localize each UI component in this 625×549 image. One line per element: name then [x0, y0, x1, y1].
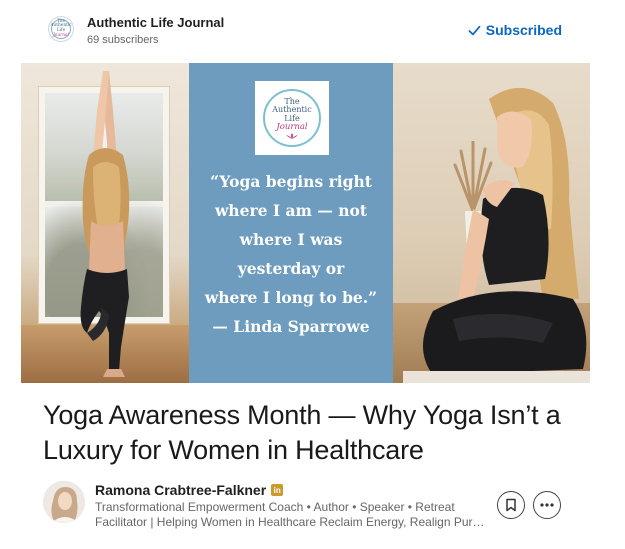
yoga-woman-seated [403, 87, 590, 383]
logo-line: Journal [53, 32, 69, 38]
bookmark-icon [506, 498, 516, 512]
article-banner-image[interactable]: The Authentic Life Journal “Yoga begins … [21, 63, 590, 383]
author-bio-line: Transformational Empowerment Coach • Aut… [95, 500, 455, 514]
publication-header: The Authentic Life Journal Authentic Lif… [48, 14, 568, 48]
more-options-button[interactable] [533, 491, 561, 519]
subscribed-button[interactable]: Subscribed [468, 22, 562, 38]
banner-quote: “Yoga begins right where I am — not wher… [189, 167, 393, 341]
author-name[interactable]: Ramona Crabtree-Falkner [95, 482, 266, 498]
quote-line: yesterday or [237, 259, 345, 278]
publication-name[interactable]: Authentic Life Journal [87, 15, 224, 30]
quote-line: where I am — not [214, 201, 368, 220]
banner-left-photo [21, 63, 189, 383]
quote-line: where I long to be.” [204, 288, 378, 307]
quote-line: “Yoga begins right [210, 172, 372, 191]
author-avatar[interactable] [43, 481, 85, 523]
banner-logo: The Authentic Life Journal [255, 81, 329, 155]
logo-text: The Authentic Life Journal [50, 19, 71, 38]
more-horizontal-icon [540, 503, 554, 507]
author-bio-line: Facilitator | Helping Women in Healthcar… [95, 515, 490, 529]
quote-attribution: — Linda Sparrowe [212, 317, 370, 336]
author-name-row: Ramona Crabtree-Falkner in [95, 482, 284, 498]
banner-right-photo [393, 63, 590, 383]
publication-logo[interactable]: The Authentic Life Journal [48, 16, 74, 42]
linkedin-icon: in [271, 484, 284, 496]
avatar-photo [43, 481, 85, 523]
yoga-woman-standing [80, 71, 130, 377]
banner-quote-panel: The Authentic Life Journal “Yoga begins … [189, 63, 393, 383]
lotus-icon [286, 132, 298, 139]
save-button[interactable] [497, 491, 525, 519]
subscribed-label: Subscribed [485, 22, 562, 38]
article-title[interactable]: Yoga Awareness Month — Why Yoga Isn’t a … [43, 398, 583, 468]
check-icon [468, 25, 481, 35]
banner-logo-line: Journal [276, 122, 308, 132]
author-bio: Transformational Empowerment Coach • Aut… [95, 500, 490, 530]
quote-line: where I was [239, 230, 343, 249]
banner-logo-circle: The Authentic Life Journal [263, 89, 321, 147]
subscriber-count: 69 subscribers [87, 34, 159, 46]
